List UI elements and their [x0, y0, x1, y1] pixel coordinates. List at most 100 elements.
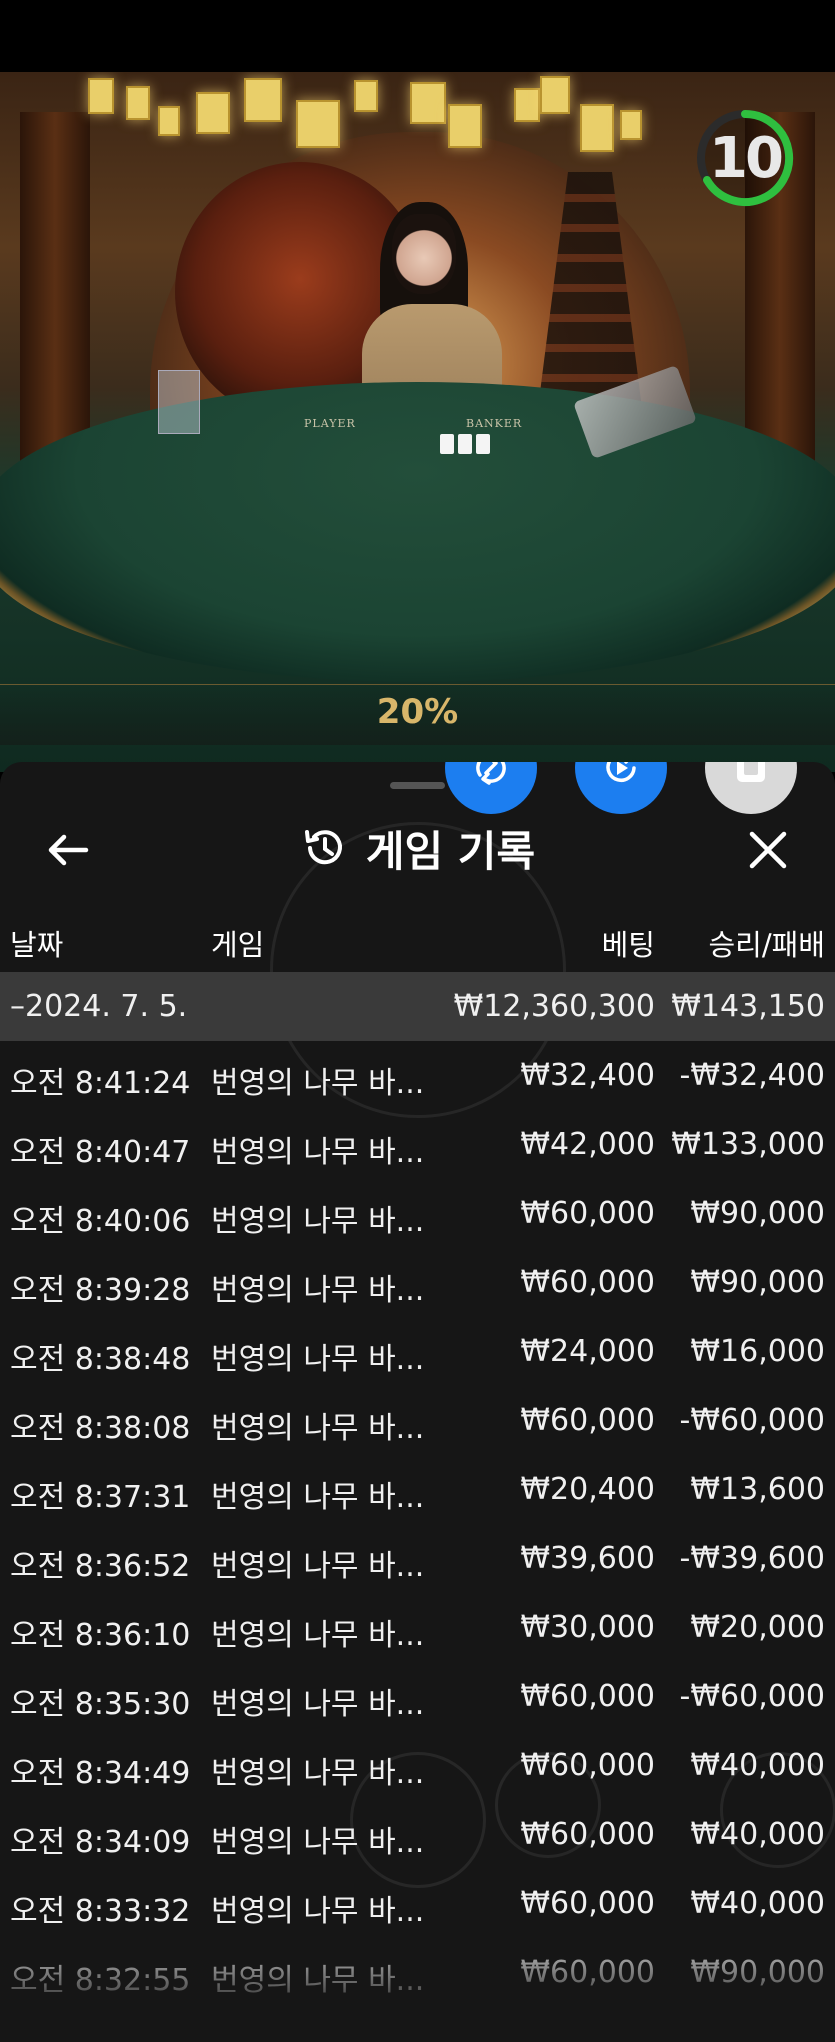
row-date: 오전 8:34:49 — [10, 1756, 191, 1791]
column-header-date: 날짜 — [10, 928, 64, 962]
back-button[interactable] — [40, 822, 96, 878]
table-header: 날짜 게임 베팅 승리/패배 — [0, 912, 835, 972]
replay-icon — [606, 762, 636, 782]
row-game: 번영의 나무 바... — [211, 1756, 425, 1791]
group-total-win-loss: ₩143,150 — [671, 989, 825, 1024]
banker-area-label: BANKER — [466, 417, 523, 430]
lantern — [448, 104, 482, 148]
row-bet: ₩60,000 — [520, 1403, 655, 1438]
playing-card — [476, 434, 490, 454]
row-game: 번영의 나무 바... — [211, 1894, 425, 1929]
lantern — [410, 82, 446, 124]
close-icon — [749, 831, 787, 869]
row-win-loss: -₩39,600 — [679, 1541, 825, 1576]
row-game: 번영의 나무 바... — [211, 1204, 425, 1239]
row-game: 번영의 나무 바... — [211, 1411, 425, 1446]
row-win-loss: ₩133,000 — [671, 1127, 825, 1162]
row-win-loss: -₩32,400 — [679, 1058, 825, 1093]
row-game: 번영의 나무 바... — [211, 1342, 425, 1377]
row-game: 번영의 나무 바... — [211, 1273, 425, 1308]
player-area-label: PLAYER — [304, 417, 356, 430]
row-game: 번영의 나무 바... — [211, 1549, 425, 1584]
row-game: 번영의 나무 바... — [211, 1066, 425, 1101]
row-date: 오전 8:37:31 — [10, 1480, 191, 1515]
row-bet: ₩20,400 — [520, 1472, 655, 1507]
row-bet: ₩30,000 — [520, 1610, 655, 1645]
row-date: 오전 8:32:55 — [10, 1963, 191, 1998]
row-bet: ₩60,000 — [520, 1196, 655, 1231]
row-date: 오전 8:39:28 — [10, 1273, 191, 1308]
table-row[interactable]: 오전 8:36:52 번영의 나무 바... ₩39,600 -₩39,600 — [0, 1524, 835, 1593]
lantern — [514, 88, 540, 122]
table-row[interactable]: 오전 8:41:24 번영의 나무 바... ₩32,400 -₩32,400 — [0, 1041, 835, 1110]
row-win-loss: ₩20,000 — [690, 1610, 825, 1645]
row-date: 오전 8:34:09 — [10, 1825, 191, 1860]
row-bet: ₩60,000 — [520, 1955, 655, 1990]
date-group-row[interactable]: –2024. 7. 5. ₩12,360,300 ₩143,150 — [0, 972, 835, 1041]
row-bet: ₩60,000 — [520, 1817, 655, 1852]
playing-card — [458, 434, 472, 454]
panel-title: 게임 기록 — [365, 826, 536, 876]
row-date: 오전 8:36:52 — [10, 1549, 191, 1584]
discard-tray — [158, 370, 200, 434]
lantern — [88, 78, 114, 114]
row-date: 오전 8:40:47 — [10, 1135, 191, 1170]
panel-header: 게임 기록 — [0, 802, 835, 894]
row-win-loss: ₩40,000 — [690, 1817, 825, 1852]
table-row[interactable]: 오전 8:36:10 번영의 나무 바... ₩30,000 ₩20,000 — [0, 1593, 835, 1662]
table-row[interactable]: 오전 8:34:49 번영의 나무 바... ₩60,000 ₩40,000 — [0, 1731, 835, 1800]
row-bet: ₩39,600 — [520, 1541, 655, 1576]
title-group: 게임 기록 — [0, 802, 835, 894]
table-row[interactable]: 오전 8:40:47 번영의 나무 바... ₩42,000 ₩133,000 — [0, 1110, 835, 1179]
column-header-win-loss: 승리/패배 — [708, 928, 826, 962]
row-game: 번영의 나무 바... — [211, 1825, 425, 1860]
row-win-loss: ₩40,000 — [690, 1748, 825, 1783]
table-row[interactable]: 오전 8:33:32 번영의 나무 바... ₩60,000 ₩40,000 — [0, 1869, 835, 1938]
history-rows: 오전 8:41:24 번영의 나무 바... ₩32,400 -₩32,400 오전 8… — [0, 1041, 835, 2007]
row-date: 오전 8:33:32 — [10, 1894, 191, 1929]
row-bet: ₩24,000 — [520, 1334, 655, 1369]
sync-icon — [476, 762, 506, 785]
row-date: 오전 8:40:06 — [10, 1204, 191, 1239]
table-row[interactable]: 오전 8:37:31 번영의 나무 바... ₩20,400 ₩13,600 — [0, 1455, 835, 1524]
row-bet: ₩60,000 — [520, 1679, 655, 1714]
dealer-face — [392, 214, 456, 294]
table-row[interactable]: 오전 8:35:30 번영의 나무 바... ₩60,000 -₩60,000 — [0, 1662, 835, 1731]
lantern — [158, 106, 180, 136]
row-bet: ₩60,000 — [520, 1265, 655, 1300]
table-row[interactable]: 오전 8:34:09 번영의 나무 바... ₩60,000 ₩40,000 — [0, 1800, 835, 1869]
table-row[interactable]: 오전 8:40:06 번영의 나무 바... ₩60,000 ₩90,000 — [0, 1179, 835, 1248]
lantern — [296, 100, 340, 148]
playing-card — [440, 434, 454, 454]
payout-percent: 20% — [376, 692, 459, 732]
table-row[interactable]: 오전 8:32:55 번영의 나무 바... ₩60,000 ₩90,000 — [0, 1938, 835, 2007]
row-date: 오전 8:38:08 — [10, 1411, 191, 1446]
drag-handle[interactable] — [390, 782, 445, 789]
row-win-loss: -₩60,000 — [679, 1403, 825, 1438]
lantern — [126, 86, 150, 120]
row-date: 오전 8:35:30 — [10, 1687, 191, 1722]
row-bet: ₩60,000 — [520, 1886, 655, 1921]
lantern — [354, 80, 378, 112]
group-date: –2024. 7. 5. — [10, 989, 188, 1024]
history-icon — [304, 830, 342, 865]
row-win-loss: ₩13,600 — [690, 1472, 825, 1507]
table-row[interactable]: 오전 8:38:48 번영의 나무 바... ₩24,000 ₩16,000 — [0, 1317, 835, 1386]
row-game: 번영의 나무 바... — [211, 1687, 425, 1722]
row-date: 오전 8:41:24 — [10, 1066, 191, 1101]
row-bet: ₩32,400 — [520, 1058, 655, 1093]
game-history-panel: 게임 기록 날짜 게임 베팅 승리/패배 –2024. 7. 5. ₩12,36… — [0, 762, 835, 2042]
row-date: 오전 8:36:10 — [10, 1618, 191, 1653]
table-row[interactable]: 오전 8:38:08 번영의 나무 바... ₩60,000 -₩60,000 — [0, 1386, 835, 1455]
countdown-timer: 10 — [709, 126, 784, 191]
row-date: 오전 8:38:48 — [10, 1342, 191, 1377]
close-button[interactable] — [740, 822, 796, 878]
row-bet: ₩42,000 — [520, 1127, 655, 1162]
row-win-loss: -₩60,000 — [679, 1679, 825, 1714]
lantern — [196, 92, 230, 134]
table-row[interactable]: 오전 8:39:28 번영의 나무 바... ₩60,000 ₩90,000 — [0, 1248, 835, 1317]
history-table: –2024. 7. 5. ₩12,360,300 ₩143,150 오전 8:4… — [0, 972, 835, 2007]
row-bet: ₩60,000 — [520, 1748, 655, 1783]
row-game: 번영의 나무 바... — [211, 1480, 425, 1515]
row-game: 번영의 나무 바... — [211, 1618, 425, 1653]
